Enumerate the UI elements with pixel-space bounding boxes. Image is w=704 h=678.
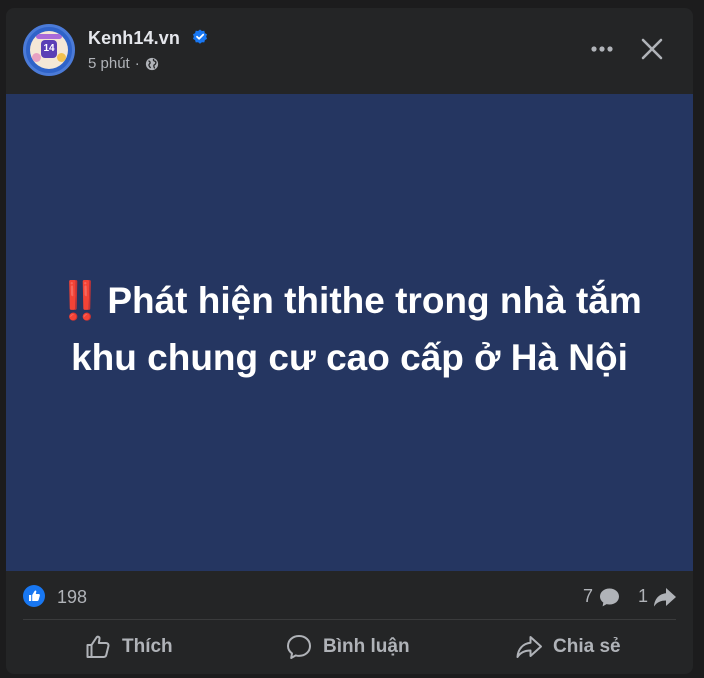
comment-button[interactable]: Bình luận <box>285 620 410 674</box>
like-reaction-icon[interactable] <box>23 585 45 607</box>
avatar-character-right <box>57 53 66 62</box>
more-options-icon[interactable] <box>588 39 616 59</box>
comment-count[interactable]: 7 <box>583 586 593 607</box>
post-headline: ‼️ Phát hiện thithe trong nhà tắm khu chu… <box>50 272 650 386</box>
post-header: 14 Kenh14.vn 5 phút · <box>6 8 693 94</box>
comment-count-icon <box>600 588 619 607</box>
share-count[interactable]: 1 <box>638 586 648 607</box>
page-avatar[interactable]: 14 <box>23 24 75 76</box>
action-bar: Thích Bình luận Chia sẻ <box>6 620 693 674</box>
post-dialog: 14 Kenh14.vn 5 phút · ‼️ Phát hiện thithe… <box>6 8 693 674</box>
share-button-label: Chia sẻ <box>553 636 621 657</box>
post-meta: 5 phút · <box>88 55 159 72</box>
avatar-logo-text: 14 <box>41 40 57 58</box>
meta-separator: · <box>134 55 140 72</box>
like-button-label: Thích <box>122 636 173 657</box>
comment-button-label: Bình luận <box>323 636 410 657</box>
share-count-icon <box>654 588 676 607</box>
verified-badge-icon <box>193 29 207 44</box>
post-stats: 198 7 1 <box>6 571 693 619</box>
like-button[interactable]: Thích <box>84 620 173 674</box>
avatar-logo-strip <box>36 34 62 39</box>
page-name-link[interactable]: Kenh14.vn <box>88 28 180 49</box>
reaction-count[interactable]: 198 <box>57 587 87 608</box>
globe-icon <box>145 57 158 70</box>
post-image[interactable]: ‼️ Phát hiện thithe trong nhà tắm khu chu… <box>6 94 693 571</box>
close-icon[interactable] <box>638 35 666 63</box>
avatar-image: 14 <box>30 31 68 69</box>
like-icon <box>86 635 110 658</box>
comment-icon <box>287 635 311 659</box>
post-time[interactable]: 5 phút <box>88 55 130 72</box>
double-exclamation-icon: ‼️ <box>57 279 103 321</box>
share-button[interactable]: Chia sẻ <box>515 620 621 674</box>
avatar-character-left <box>32 53 41 62</box>
share-icon <box>516 636 542 658</box>
headline-text: Phát hiện thithe trong nhà tắm khu chung… <box>71 279 642 378</box>
